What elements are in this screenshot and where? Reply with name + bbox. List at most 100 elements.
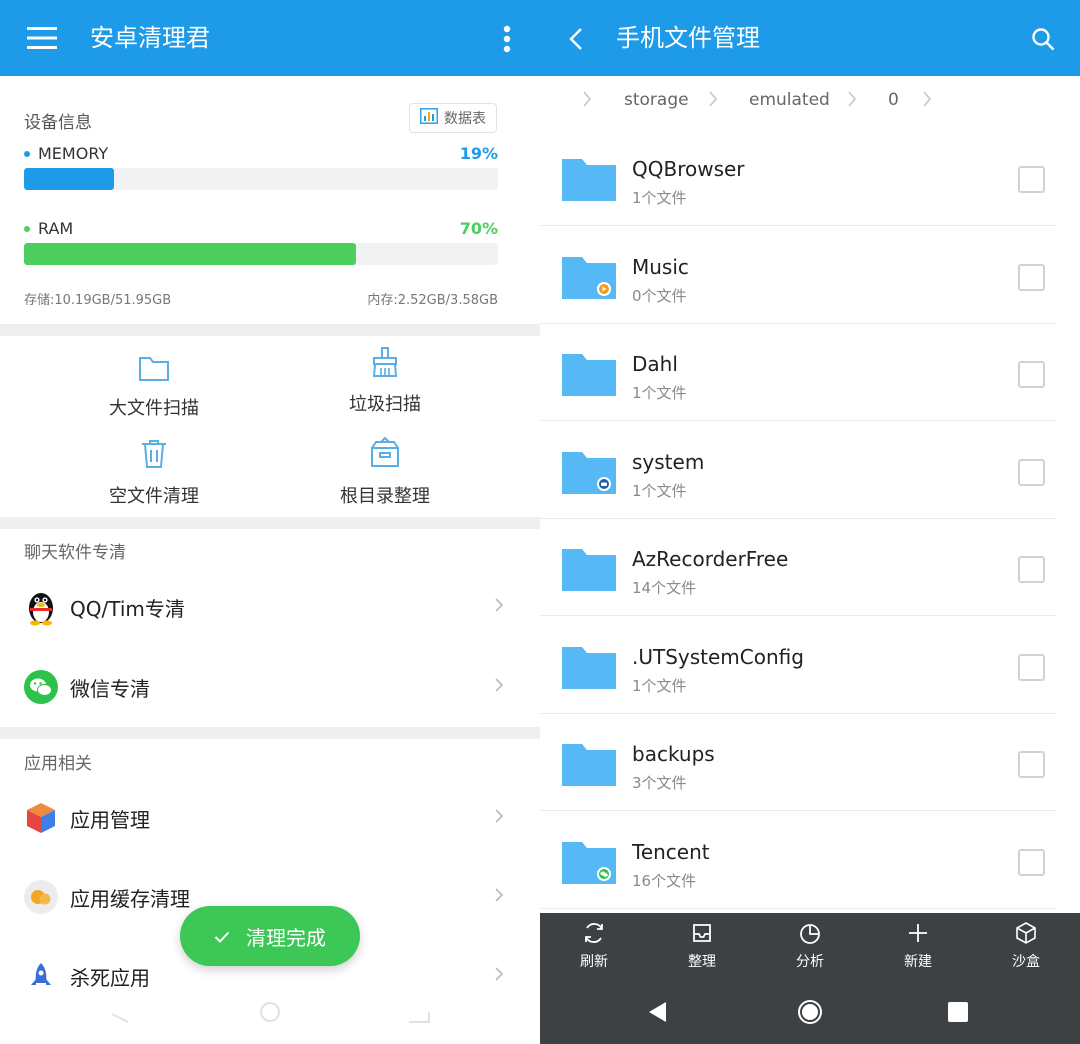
nav-home-icon[interactable] [797,999,823,1029]
file-name: system [632,449,705,474]
file-row[interactable]: backups 3个文件 [540,714,1080,811]
select-checkbox[interactable] [1018,458,1045,486]
app-manage-label: 应用管理 [70,807,150,832]
select-checkbox[interactable] [1018,848,1045,876]
chevron-right-icon [922,90,932,112]
file-name: AzRecorderFree [632,547,789,571]
junk-scan-button[interactable]: 垃圾扫描 [305,346,465,416]
organize-button[interactable]: 整理 [648,921,756,971]
memory-bar-fill [24,168,115,190]
file-manager-screen: 手机文件管理 storage emulated 0 QQBrowser 1个文件 M… [540,0,1080,1044]
section-divider [0,324,540,336]
bottom-toolbar: 刷新 整理 分析 新建 沙盒 [540,913,1080,981]
file-row[interactable]: .UTSystemConfig 1个文件 [540,617,1080,714]
folder-icon [562,157,616,207]
pie-icon [798,924,822,949]
chevron-right-icon [494,677,504,697]
refresh-button[interactable]: 刷新 [540,921,648,971]
file-count: 14个文件 [632,579,697,597]
file-count: 16个文件 [632,871,697,890]
rocket-icon [24,959,58,993]
file-name: Dahl [632,352,678,376]
qq-tim-clean-row[interactable]: QQ/Tim专清 [0,572,540,642]
nav-back-icon[interactable] [648,1001,668,1027]
file-name: .UTSystemConfig [632,644,804,669]
wechat-badge-icon [597,866,611,881]
check-icon [214,924,230,948]
file-row[interactable]: AzRecorderFree 14个文件 [540,519,1080,616]
file-count: 1个文件 [632,481,687,500]
select-checkbox[interactable] [1018,263,1045,291]
file-row[interactable]: QQBrowser 1个文件 [540,129,1080,226]
empty-file-clean-button[interactable]: 空文件清理 [74,438,234,508]
chevron-right-icon [494,808,504,828]
folder-icon [562,547,616,597]
breadcrumb-storage[interactable]: storage [624,90,689,110]
app-manage-row[interactable]: 应用管理 [0,783,540,853]
file-name: Tencent [632,839,710,864]
clean-complete-toast: 清理完成 [180,906,360,966]
breadcrumb-emulated[interactable]: emulated [749,90,830,110]
wechat-clean-label: 微信专清 [70,676,150,701]
chevron-right-icon [708,90,718,112]
wechat-clean-row[interactable]: 微信专清 [0,652,540,722]
junk-scan-label: 垃圾扫描 [349,394,421,415]
new-button[interactable]: 新建 [864,921,972,971]
analyze-button[interactable]: 分析 [756,921,864,971]
back-icon[interactable] [568,26,584,52]
memory-percent: 19% [459,144,498,163]
folder-icon [562,450,616,500]
select-checkbox[interactable] [1018,166,1045,193]
nav-recent-hint-icon[interactable] [407,1000,431,1028]
file-count: 3个文件 [632,774,687,792]
data-table-button[interactable]: 数据表 [409,103,497,133]
clean-complete-label: 清理完成 [246,925,326,950]
file-row[interactable]: Dahl 1个文件 [540,324,1080,421]
ram-label-row: RAM [24,219,73,238]
new-label: 新建 [904,954,932,970]
cube-icon [24,801,58,835]
memory-label: MEMORY [38,144,109,163]
select-checkbox[interactable] [1018,556,1045,583]
root-organize-button[interactable]: 根目录整理 [305,436,465,508]
memory-dot [24,150,30,157]
qq-tim-clean-label: QQ/Tim专清 [70,596,185,621]
app-section-title: 应用相关 [24,754,92,774]
broom-icon [369,347,401,382]
file-row[interactable]: system 1个文件 [540,422,1080,519]
file-row[interactable]: Tencent 16个文件 [540,812,1080,909]
breadcrumb-0[interactable]: 0 [888,90,899,110]
file-name: QQBrowser [632,157,745,181]
section-divider [0,727,540,739]
app-bar: 安卓清理君 [0,0,540,76]
select-checkbox[interactable] [1018,361,1045,388]
select-checkbox[interactable] [1018,751,1045,778]
select-checkbox[interactable] [1018,653,1045,681]
file-name: backups [632,742,715,766]
system-badge-icon [597,476,611,491]
search-icon[interactable] [1030,26,1056,52]
more-vert-icon[interactable] [500,24,514,54]
ram-percent: 70% [459,219,498,238]
wechat-icon [24,670,58,704]
app-title: 安卓清理君 [90,24,210,52]
nav-recent-icon[interactable] [948,1002,968,1026]
menu-icon[interactable] [26,26,58,50]
refresh-icon [582,923,606,949]
chevron-right-icon [582,90,592,112]
folder-icon [562,645,616,695]
large-file-scan-button[interactable]: 大文件扫描 [74,354,234,420]
refresh-label: 刷新 [580,954,608,970]
ram-dot [24,225,30,232]
folder-icon [562,840,616,890]
storage-usage: 存储:10.19GB/51.95GB [24,293,172,308]
nav-back-hint-icon[interactable] [108,1000,132,1028]
sandbox-button[interactable]: 沙盒 [972,921,1080,971]
bar-chart-icon [420,108,438,128]
file-row[interactable]: Music 0个文件 [540,227,1080,324]
nav-home-hint-icon[interactable] [258,1000,282,1028]
ram-bar [24,243,498,265]
memory-usage: 内存:2.52GB/3.58GB [367,293,498,308]
box-icon [1014,922,1038,949]
cleaner-screen: 安卓清理君 设备信息 数据表 MEMORY 19% RAM 70% 存储:10.… [0,0,540,1044]
